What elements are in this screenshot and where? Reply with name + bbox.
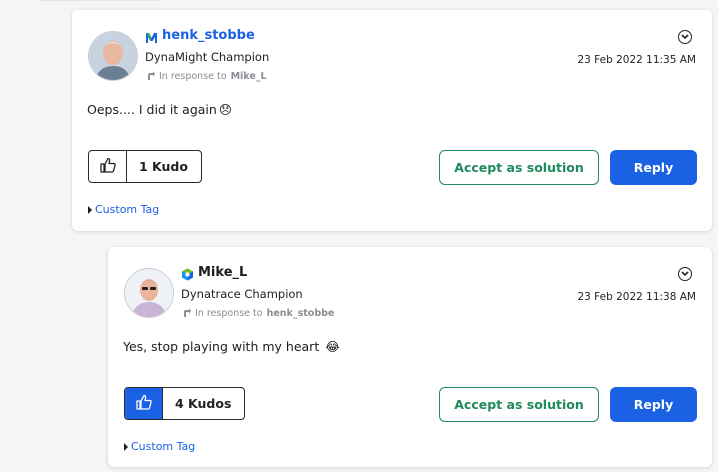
- kudo-count[interactable]: 1 Kudo: [127, 151, 201, 182]
- post-body: Oeps.... I did it again 😞: [87, 102, 232, 117]
- post-body-text: Yes, stop playing with my heart: [123, 339, 320, 354]
- post-body: Yes, stop playing with my heart 😂: [123, 339, 340, 354]
- reply-arrow-icon: [183, 307, 191, 320]
- dynamight-rank-icon: [145, 29, 158, 43]
- options-menu-icon[interactable]: [678, 267, 692, 281]
- reply-post: henk_stobbe DynaMight Champion In respon…: [72, 10, 712, 231]
- dynatrace-rank-icon: [181, 266, 194, 281]
- author-name[interactable]: henk_stobbe: [162, 28, 255, 43]
- post-date: 23 Feb 2022 11:38 AM: [577, 291, 696, 303]
- custom-tag-label: Custom Tag: [131, 440, 196, 453]
- in-response-user[interactable]: henk_stobbe: [267, 308, 335, 319]
- caret-right-icon: [124, 442, 128, 451]
- divider: [40, 0, 160, 1]
- author-rank: Dynatrace Champion: [181, 287, 303, 301]
- reply-button[interactable]: Reply: [610, 387, 697, 422]
- kudo-count[interactable]: 4 Kudos: [163, 388, 244, 419]
- reply-arrow-icon: [147, 70, 155, 83]
- avatar[interactable]: [88, 31, 138, 81]
- custom-tag-toggle[interactable]: Custom Tag: [88, 203, 159, 216]
- caret-right-icon: [88, 205, 92, 214]
- post-body-text: Oeps.... I did it again: [87, 102, 217, 117]
- post-date: 23 Feb 2022 11:35 AM: [577, 54, 696, 66]
- kudo-widget: 4 Kudos: [124, 387, 246, 420]
- custom-tag-label: Custom Tag: [95, 203, 160, 216]
- custom-tag-toggle[interactable]: Custom Tag: [124, 440, 195, 453]
- accept-solution-button[interactable]: Accept as solution: [439, 150, 599, 185]
- kudo-button[interactable]: [89, 151, 127, 182]
- in-response-label: In response to: [195, 308, 263, 319]
- kudo-button[interactable]: [125, 388, 163, 419]
- thumbs-up-icon: [135, 393, 153, 415]
- author: Mike_L: [181, 265, 247, 281]
- in-response-user[interactable]: Mike_L: [231, 71, 267, 82]
- avatar[interactable]: [124, 268, 174, 318]
- author-rank: DynaMight Champion: [145, 50, 270, 64]
- reply-post: Mike_L Dynatrace Champion In response to…: [108, 247, 712, 467]
- kudo-widget: 1 Kudo: [88, 150, 202, 183]
- in-response-label: In response to: [159, 71, 227, 82]
- author: henk_stobbe: [145, 28, 255, 43]
- reply-button[interactable]: Reply: [610, 150, 697, 185]
- disappointed-emoji: 😞: [218, 102, 232, 117]
- in-response-to: In response to henk_stobbe: [183, 307, 334, 320]
- thumbs-up-icon: [99, 156, 117, 178]
- in-response-to: In response to Mike_L: [147, 70, 267, 83]
- options-menu-icon[interactable]: [678, 30, 692, 44]
- accept-solution-button[interactable]: Accept as solution: [439, 387, 599, 422]
- laughing-emoji: 😂: [325, 339, 340, 354]
- author-name[interactable]: Mike_L: [198, 265, 247, 280]
